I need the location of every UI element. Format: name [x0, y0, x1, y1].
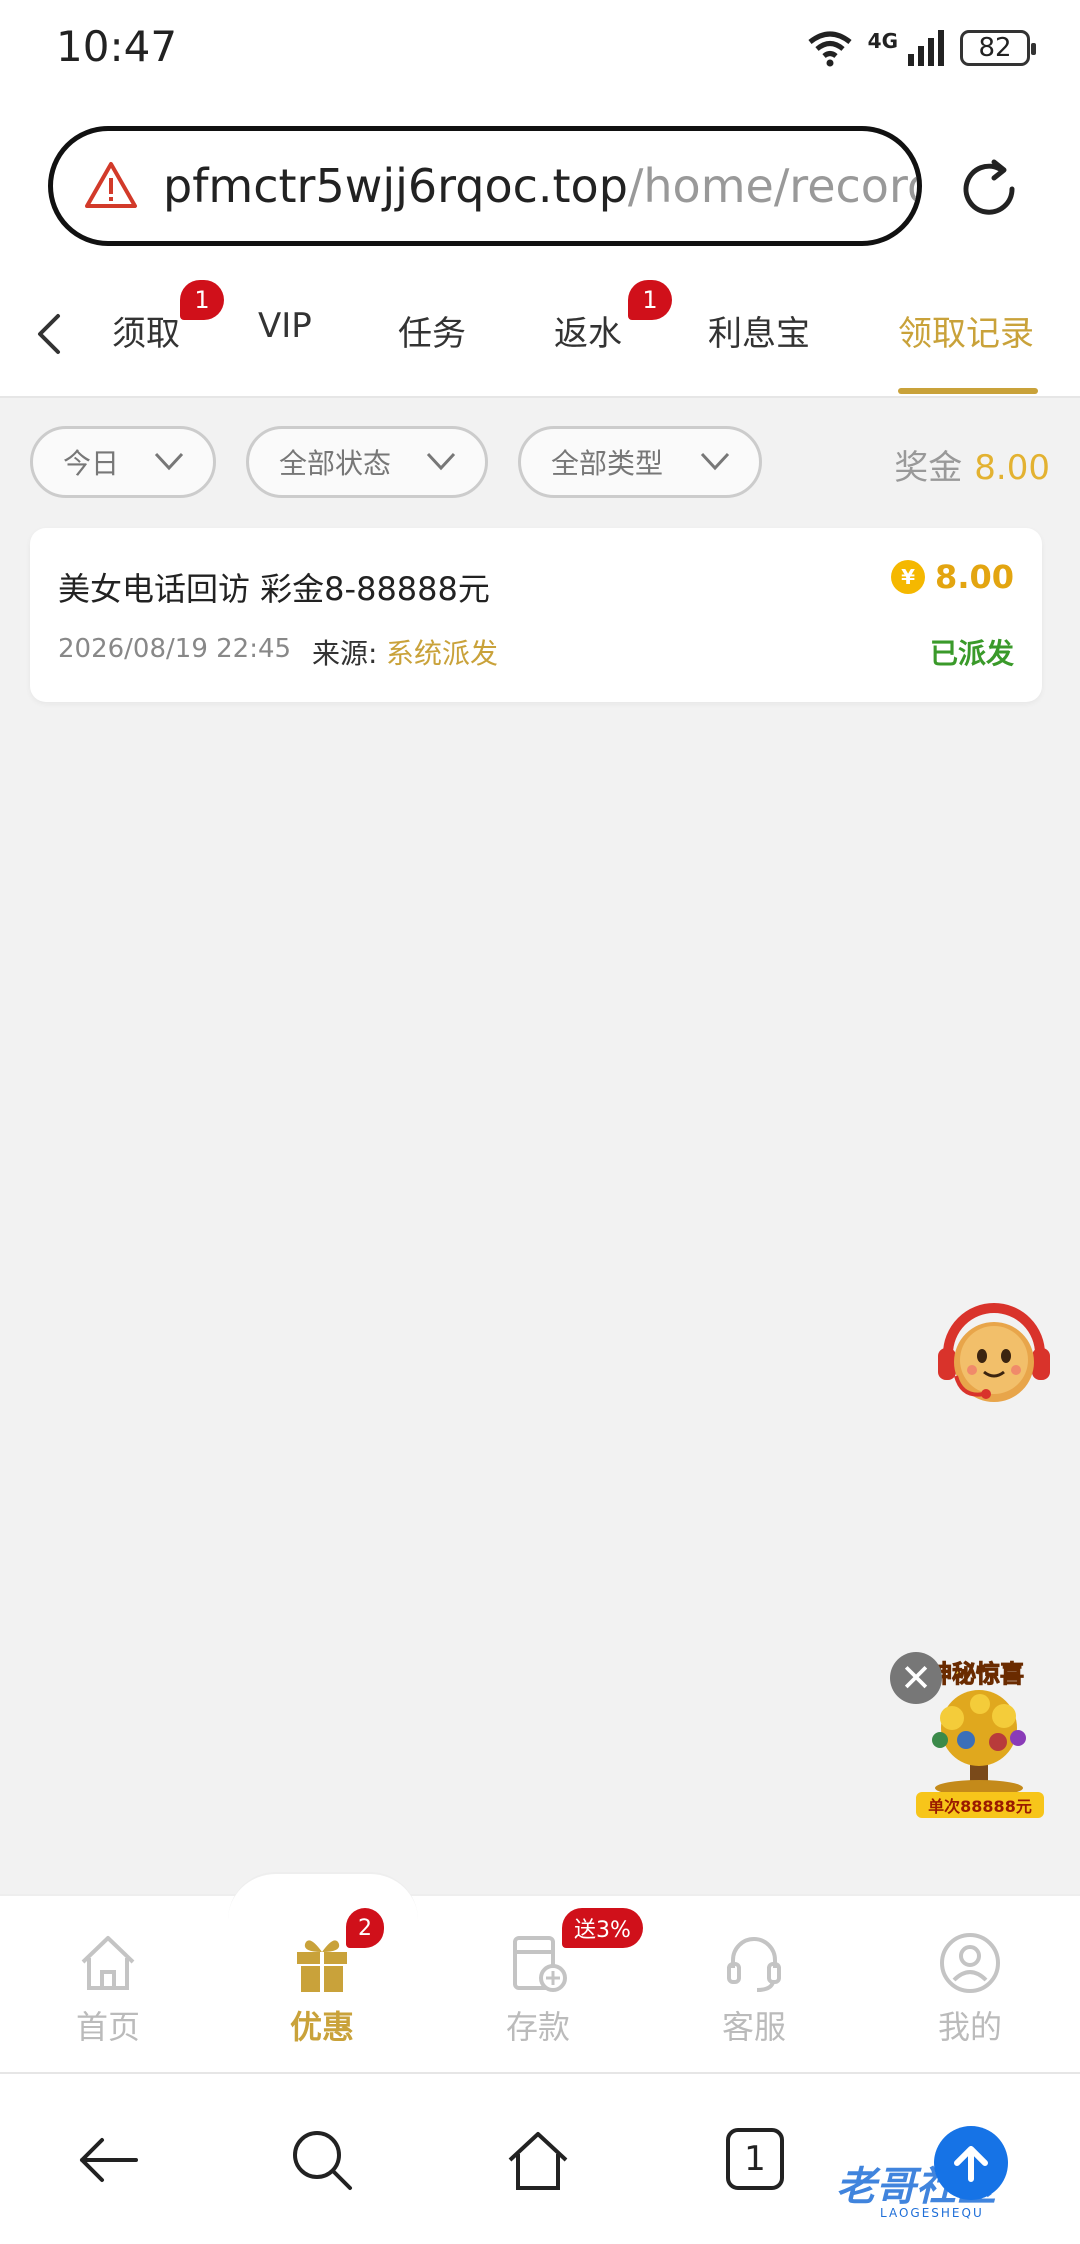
record-source: 系统派发	[386, 637, 499, 670]
browser-url-bar: pfmctr5wjj6rqoc.top/home/record	[0, 110, 1080, 270]
mystery-surprise-promo[interactable]: 神秘惊喜 单次88888元 ✕	[890, 1652, 1050, 1822]
customer-service-float-icon[interactable]	[932, 1290, 1056, 1414]
tab-rebate[interactable]: 返水	[554, 306, 622, 355]
record-amount: ¥ 8.00	[891, 558, 1014, 596]
promo-tabs: 须取 1 VIP 任务 返水 1 利息宝 领取记录	[0, 270, 1080, 398]
nav-promotions[interactable]: 优惠	[252, 1930, 392, 2048]
tab-vip[interactable]: VIP	[258, 306, 312, 346]
record-card[interactable]: 美女电话回访 彩金8-88888元 ¥ 8.00 2026/08/19 22:4…	[30, 528, 1042, 702]
nav-deposit-badge: 送3%	[562, 1908, 643, 1948]
nav-home-label: 首页	[75, 2008, 140, 2046]
active-tab-indicator	[898, 388, 1038, 394]
tab-claim-records[interactable]: 领取记录	[898, 306, 1034, 355]
nav-profile-label: 我的	[937, 2008, 1002, 2046]
bonus-label: 奖金	[894, 448, 963, 488]
nav-promotions-badge: 2	[346, 1908, 384, 1948]
nav-home[interactable]: 首页	[38, 1930, 178, 2048]
url-path: /home/record	[627, 159, 922, 213]
reload-icon[interactable]	[956, 156, 1022, 222]
promo-title: 神秘惊喜	[928, 1660, 1025, 1689]
record-status: 已派发	[929, 637, 1014, 670]
chevron-left-icon[interactable]	[30, 310, 70, 358]
back-arrow-icon[interactable]	[72, 2124, 144, 2196]
tab-rebate-badge: 1	[628, 280, 672, 320]
nav-hump	[228, 1872, 418, 1920]
status-filter-label: 全部状态	[279, 447, 392, 480]
date-filter-dropdown[interactable]: 今日	[30, 426, 216, 498]
promo-tag: 单次88888元	[916, 1792, 1044, 1818]
battery-indicator: 82	[960, 30, 1036, 66]
nav-promotions-label: 优惠	[289, 2008, 354, 2046]
tab-claim[interactable]: 须取	[112, 306, 180, 355]
arrow-up-icon	[954, 2146, 988, 2182]
status-bar: 10:47 4G 82	[0, 0, 1080, 110]
tab-tasks[interactable]: 任务	[398, 306, 466, 355]
wifi-icon	[808, 31, 852, 67]
warning-icon[interactable]	[83, 158, 139, 214]
type-filter-label: 全部类型	[551, 447, 664, 480]
tab-interest[interactable]: 利息宝	[708, 306, 810, 355]
close-icon[interactable]: ✕	[890, 1652, 942, 1704]
money-tree-icon	[932, 1690, 1026, 1796]
bonus-total: 奖金 8.00	[894, 440, 1050, 489]
chevron-down-icon	[700, 452, 730, 471]
record-source-label: 来源:	[312, 637, 378, 670]
record-date: 2026/08/19 22:45	[58, 634, 292, 664]
nav-customer-service-label: 客服	[721, 2008, 786, 2046]
status-time: 10:47	[56, 22, 178, 71]
nav-profile[interactable]: 我的	[900, 1930, 1040, 2048]
watermark-subtext: LAOGESHEQU	[880, 2206, 984, 2220]
date-filter-label: 今日	[63, 447, 120, 480]
coin-icon: ¥	[891, 560, 926, 594]
network-type: 4G	[867, 29, 898, 53]
chevron-down-icon	[426, 452, 456, 471]
status-icons: 4G 82	[806, 28, 1036, 68]
nav-deposit-label: 存款	[505, 2008, 570, 2046]
bonus-value: 8.00	[974, 448, 1050, 488]
scroll-up-button[interactable]	[934, 2126, 1008, 2200]
filter-bar: 今日 全部状态 全部类型 奖金 8.00	[0, 398, 1080, 518]
tab-claim-badge: 1	[180, 280, 224, 320]
home-icon[interactable]	[502, 2124, 574, 2196]
record-amount-value: 8.00	[935, 558, 1014, 596]
type-filter-dropdown[interactable]: 全部类型	[518, 426, 762, 498]
home-icon	[81, 1936, 135, 1990]
search-icon[interactable]	[286, 2124, 358, 2196]
nav-customer-service[interactable]: 客服	[684, 1930, 824, 2048]
profile-icon	[940, 1933, 1000, 1993]
browser-bottom-bar: 1 老哥社区 LAOGESHEQU	[0, 2072, 1080, 2244]
url-host: pfmctr5wjj6rqoc.top	[163, 159, 628, 213]
app-bottom-nav: 首页 优惠 2 存款 送3% 客服 我的	[0, 1872, 1080, 2072]
signal-icon	[908, 30, 944, 66]
tab-count-button[interactable]: 1	[726, 2128, 784, 2190]
record-title: 美女电话回访 彩金8-88888元	[58, 570, 490, 608]
chevron-down-icon	[154, 452, 184, 471]
headset-icon	[727, 1937, 781, 1992]
url-field[interactable]: pfmctr5wjj6rqoc.top/home/record	[48, 126, 922, 246]
status-filter-dropdown[interactable]: 全部状态	[246, 426, 488, 498]
